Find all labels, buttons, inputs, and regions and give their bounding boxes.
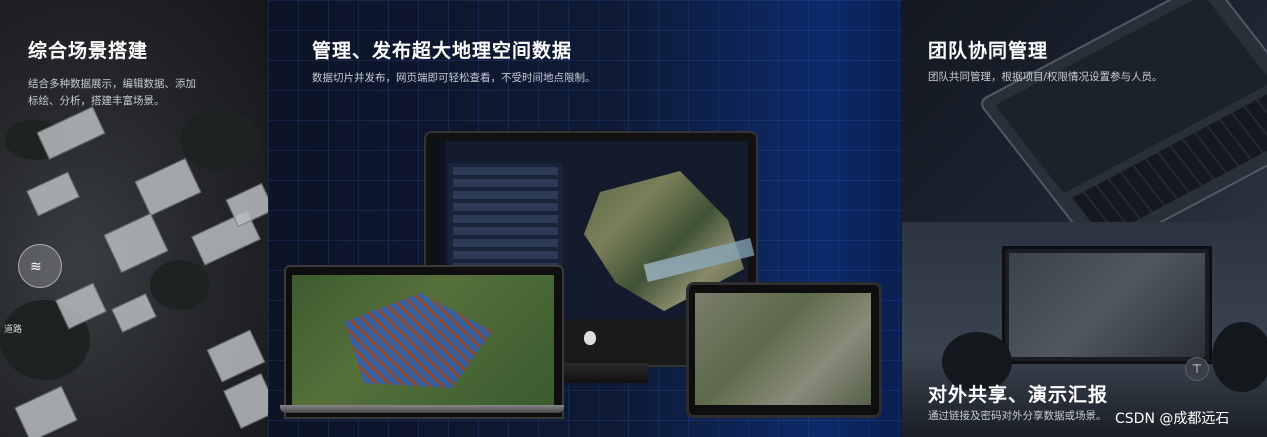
laptop-base (280, 405, 564, 413)
share-demo-description: 通过链接及密码对外分享数据或场景。 (928, 410, 1107, 422)
integrated-scene-title: 综合场景搭建 (28, 40, 149, 62)
share-demo-title: 对外共享、演示汇报 (928, 384, 1109, 406)
laptop-device (284, 265, 564, 419)
integrated-scene-description-line2: 标绘、分析，搭建丰富场景。 (28, 95, 165, 107)
integrated-scene-panel: 综合场景搭建 结合多种数据展示，编辑数据、添加 标绘、分析，搭建丰富场景。 ≋ … (0, 0, 268, 437)
team-collab-description: 团队共同管理，根据项目/权限情况设置参与人员。 (928, 71, 1163, 83)
tablet-screen (695, 293, 871, 405)
plant (1212, 322, 1267, 392)
publish-data-panel: 管理、发布超大地理空间数据 数据切片并发布，网页端即可轻松查看，不受时间地点限制… (268, 0, 902, 437)
arrow-up-to-top-icon: ⊤ (1191, 362, 1203, 376)
scroll-to-top-button[interactable]: ⊤ (1185, 357, 1209, 381)
team-collab-title: 团队协同管理 (928, 40, 1049, 62)
monitor-stand (560, 363, 648, 383)
publish-data-title: 管理、发布超大地理空间数据 (312, 40, 573, 62)
team-collab-panel: 团队协同管理 团队共同管理，根据项目/权限情况设置参与人员。 (902, 0, 1267, 222)
map-marker-icon[interactable]: ≋ (18, 244, 62, 288)
wall-display-screen (1009, 253, 1205, 357)
integrated-scene-description-line1: 结合多种数据展示，编辑数据、添加 (28, 78, 196, 90)
road-label: 道路 (4, 325, 23, 335)
team-laptop (976, 0, 1267, 222)
share-demo-panel: 对外共享、演示汇报 通过链接及密码对外分享数据或场景。 (902, 222, 1267, 437)
tablet-device (686, 282, 882, 418)
watermark: CSDN @成都远石 (1115, 411, 1230, 427)
wall-display (1002, 246, 1212, 364)
publish-data-description: 数据切片并发布，网页端即可轻松查看，不受时间地点限制。 (312, 72, 596, 84)
laptop-screen (292, 275, 554, 407)
building-model-overlay (344, 293, 492, 388)
apple-logo-icon (584, 331, 596, 345)
